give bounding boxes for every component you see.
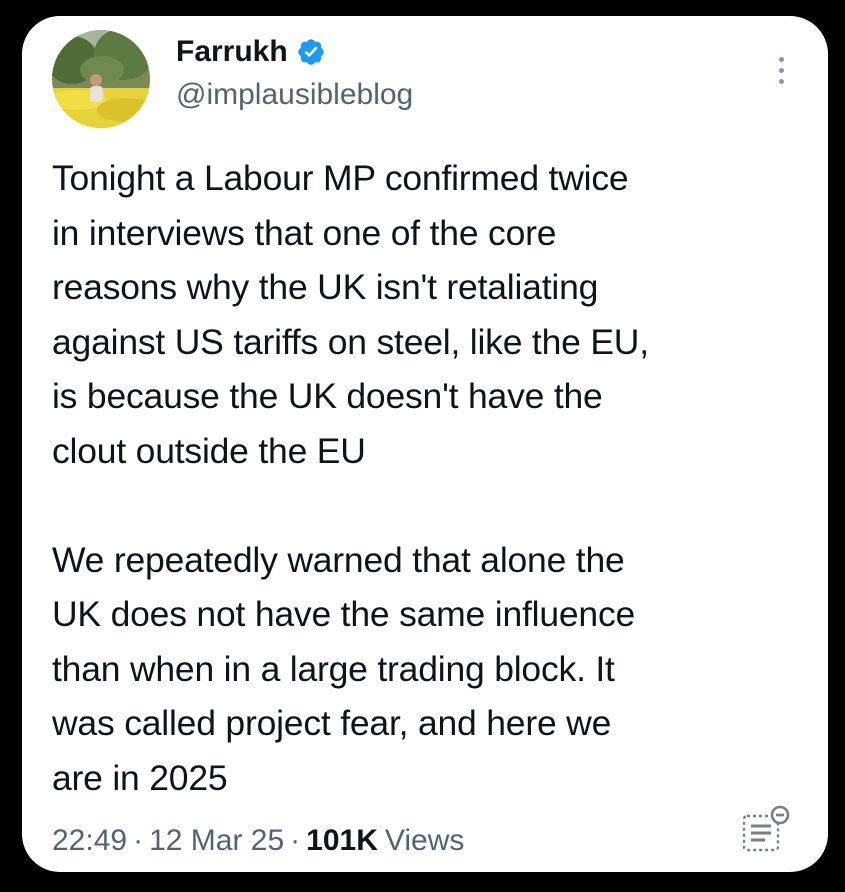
avatar[interactable] [52, 30, 150, 128]
views-count: 101K [306, 824, 378, 857]
tweet-time[interactable]: 22:49 [52, 824, 127, 858]
more-dot [778, 56, 784, 62]
tweet-card: Farrukh @implausibleblog Tonight a Labou… [22, 16, 828, 872]
views-label: Views [384, 824, 465, 857]
tweet-date[interactable]: 12 Mar 25 [149, 824, 284, 858]
meta-separator: · [290, 824, 301, 857]
more-vertical-icon[interactable] [766, 50, 796, 90]
meta-separator: · [133, 824, 144, 857]
author-handle[interactable]: @implausibleblog [176, 78, 413, 112]
avatar-image [52, 30, 150, 128]
verified-badge-icon[interactable] [296, 37, 326, 67]
reader-mode-icon[interactable] [738, 802, 792, 856]
display-name-text: Farrukh [176, 35, 288, 68]
display-name[interactable]: Farrukh [176, 35, 326, 69]
tweet-text: Tonight a Labour MP confirmed twice in i… [52, 158, 649, 798]
more-dot [778, 67, 784, 73]
tweet-meta: 22:49 · 12 Mar 25 · 101K Views [52, 824, 464, 858]
more-dot [778, 78, 784, 84]
